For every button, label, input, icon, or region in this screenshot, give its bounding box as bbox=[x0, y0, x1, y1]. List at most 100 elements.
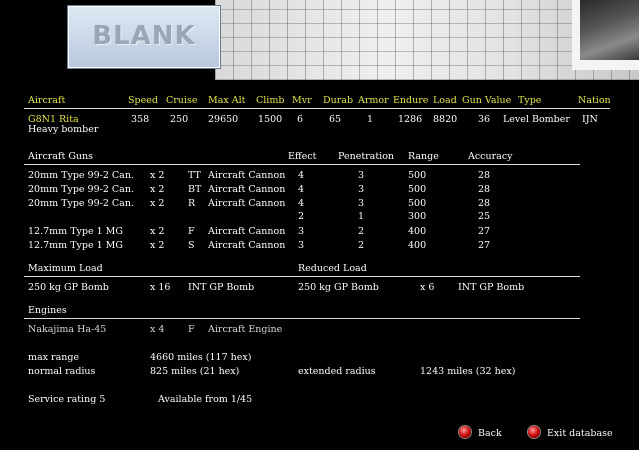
gun-range: 400 bbox=[408, 240, 427, 251]
gun-qty: x 2 bbox=[150, 184, 165, 195]
service-rating: Service rating 5 bbox=[28, 394, 106, 405]
engine-name: Nakajima Ha-45 bbox=[28, 324, 107, 335]
stat-gun-value: 36 bbox=[478, 114, 491, 125]
max-load-header: Maximum Load bbox=[28, 263, 103, 274]
col-max-alt: Max Alt bbox=[208, 95, 246, 106]
gun-qty: x 2 bbox=[150, 170, 165, 181]
gun-range: 500 bbox=[408, 170, 427, 181]
engines-header: Engines bbox=[28, 305, 67, 316]
max-range-value: 4660 miles (117 hex) bbox=[150, 352, 252, 363]
gun-kind: Aircraft Cannon bbox=[208, 226, 286, 237]
gun-effect: 3 bbox=[298, 240, 305, 251]
gun-penetration: 1 bbox=[358, 211, 365, 222]
gun-qty: x 2 bbox=[150, 198, 165, 209]
extended-radius-label: extended radius bbox=[298, 366, 376, 377]
col-nation: Nation bbox=[578, 95, 611, 106]
gun-name: 12.7mm Type 1 MG bbox=[28, 226, 123, 237]
guns-accuracy-header: Accuracy bbox=[468, 151, 513, 162]
gun-effect: 3 bbox=[298, 226, 305, 237]
gun-penetration: 3 bbox=[358, 184, 365, 195]
aircraft-role: Heavy bomber bbox=[28, 124, 99, 135]
col-gun-value: Gun Value bbox=[462, 95, 512, 106]
back-button[interactable]: Back bbox=[457, 425, 517, 441]
col-cruise: Cruise bbox=[166, 95, 198, 106]
gun-position: TT bbox=[188, 170, 201, 181]
stat-cruise: 250 bbox=[170, 114, 189, 125]
exit-database-button[interactable]: Exit database bbox=[526, 425, 621, 441]
loads-divider bbox=[24, 276, 580, 277]
reduced-load-name: 250 kg GP Bomb bbox=[298, 282, 379, 293]
exit-button-icon[interactable] bbox=[528, 426, 540, 438]
stat-armor: 1 bbox=[367, 114, 374, 125]
gun-kind: Aircraft Cannon bbox=[208, 198, 286, 209]
col-endure: Endure bbox=[393, 95, 429, 106]
gun-position: F bbox=[188, 226, 195, 237]
aircraft-image-placeholder: BLANK bbox=[68, 6, 220, 68]
guns-effect-header: Effect bbox=[288, 151, 317, 162]
gun-position: R bbox=[188, 198, 196, 209]
gun-range: 500 bbox=[408, 198, 427, 209]
gun-accuracy: 25 bbox=[478, 211, 491, 222]
guns-header: Aircraft Guns bbox=[28, 151, 94, 162]
gun-penetration: 3 bbox=[358, 198, 365, 209]
gun-accuracy: 28 bbox=[478, 184, 491, 195]
gun-name: 20mm Type 99-2 Can. bbox=[28, 198, 134, 209]
engines-divider bbox=[24, 318, 580, 319]
gun-kind: Aircraft Cannon bbox=[208, 170, 286, 181]
gun-kind: Aircraft Cannon bbox=[208, 240, 286, 251]
guns-range-header: Range bbox=[408, 151, 439, 162]
gun-name: 20mm Type 99-2 Can. bbox=[28, 184, 134, 195]
col-durab: Durab bbox=[323, 95, 354, 106]
gun-effect: 4 bbox=[298, 170, 305, 181]
normal-radius-value: 825 miles (21 hex) bbox=[150, 366, 240, 377]
gun-effect: 2 bbox=[298, 211, 305, 222]
max-load-name: 250 kg GP Bomb bbox=[28, 282, 109, 293]
stat-mvr: 6 bbox=[297, 114, 304, 125]
gun-effect: 4 bbox=[298, 198, 305, 209]
gun-qty: x 2 bbox=[150, 240, 165, 251]
gun-range: 300 bbox=[408, 211, 427, 222]
gun-accuracy: 28 bbox=[478, 170, 491, 181]
available-from: Available from 1/45 bbox=[158, 394, 253, 405]
reduced-load-header: Reduced Load bbox=[298, 263, 367, 274]
col-speed: Speed bbox=[128, 95, 158, 106]
col-armor: Armor bbox=[358, 95, 389, 106]
aircraft-photo bbox=[580, 0, 639, 60]
stat-max-alt: 29650 bbox=[208, 114, 239, 125]
stat-type: Level Bomber bbox=[503, 114, 570, 125]
stat-endure: 1286 bbox=[398, 114, 423, 125]
col-aircraft: Aircraft bbox=[28, 95, 66, 106]
back-button-label[interactable]: Back bbox=[478, 428, 502, 439]
gun-kind: Aircraft Cannon bbox=[208, 184, 286, 195]
guns-divider bbox=[24, 164, 580, 165]
stat-load: 8820 bbox=[433, 114, 458, 125]
stat-durab: 65 bbox=[329, 114, 342, 125]
stat-nation: IJN bbox=[582, 114, 598, 125]
stat-climb: 1500 bbox=[258, 114, 283, 125]
stat-speed: 358 bbox=[131, 114, 150, 125]
extended-radius-value: 1243 miles (32 hex) bbox=[420, 366, 516, 377]
gun-name: 20mm Type 99-2 Can. bbox=[28, 170, 134, 181]
gun-penetration: 3 bbox=[358, 170, 365, 181]
gun-accuracy: 27 bbox=[478, 240, 491, 251]
reduced-load-type: INT GP Bomb bbox=[458, 282, 525, 293]
exit-button-label[interactable]: Exit database bbox=[547, 428, 613, 439]
gun-position: BT bbox=[188, 184, 202, 195]
gun-position: S bbox=[188, 240, 195, 251]
max-range-label: max range bbox=[28, 352, 80, 363]
col-mvr: Mvr bbox=[292, 95, 312, 106]
engine-qty: x 4 bbox=[150, 324, 165, 335]
max-load-qty: x 16 bbox=[150, 282, 171, 293]
gun-name: 12.7mm Type 1 MG bbox=[28, 240, 123, 251]
blank-label: BLANK bbox=[92, 21, 196, 51]
col-load: Load bbox=[433, 95, 457, 106]
gun-accuracy: 27 bbox=[478, 226, 491, 237]
col-type: Type bbox=[518, 95, 542, 106]
gun-penetration: 2 bbox=[358, 226, 365, 237]
back-button-icon[interactable] bbox=[459, 426, 471, 438]
gun-qty: x 2 bbox=[150, 226, 165, 237]
gun-range: 400 bbox=[408, 226, 427, 237]
normal-radius-label: normal radius bbox=[28, 366, 96, 377]
gun-penetration: 2 bbox=[358, 240, 365, 251]
header-divider bbox=[24, 108, 610, 109]
